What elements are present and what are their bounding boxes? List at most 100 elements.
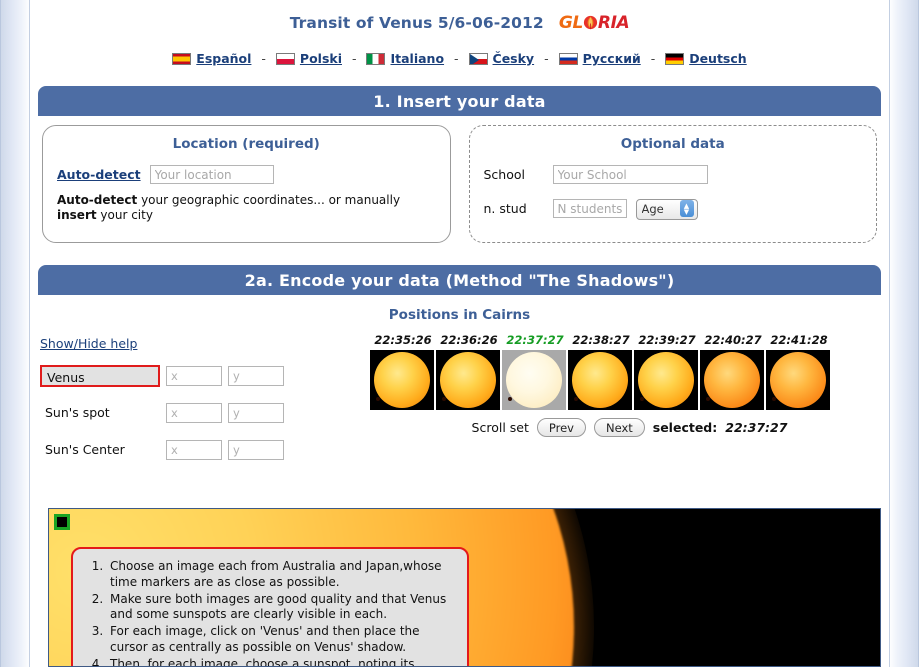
coord-label-suns-center[interactable]: Sun's Center	[40, 439, 160, 461]
prev-button[interactable]: Prev	[536, 418, 586, 437]
gloria-logo: GL RIA	[558, 12, 630, 33]
thumbnail-time-label-selected: 22:37:27	[506, 333, 564, 347]
language-separator: -	[351, 50, 357, 66]
age-select[interactable]: Age	[635, 198, 698, 220]
suns-spot-y-input[interactable]	[228, 403, 284, 423]
suns-spot-x-input[interactable]	[166, 403, 222, 423]
venus-y-input[interactable]	[228, 366, 284, 386]
thumbnail-image[interactable]	[766, 350, 830, 410]
next-button[interactable]: Next	[593, 418, 645, 437]
instructions-list: Choose an image each from Australia and …	[81, 559, 455, 666]
selected-time-value: 22:37:27	[725, 420, 788, 435]
language-link-espanol[interactable]: Español	[196, 51, 251, 66]
instruction-step: Then, for each image, choose a sunspot, …	[107, 657, 455, 666]
location-help-bold-2: insert	[57, 208, 97, 223]
sun-disc-icon	[374, 352, 430, 408]
section-1-wrapper: 1. Insert your data	[30, 86, 889, 116]
language-link-russian[interactable]: Русский	[583, 51, 641, 66]
thumbnail-image[interactable]	[370, 350, 434, 410]
location-help-bold-1: Auto-detect	[57, 193, 138, 207]
venus-x-input[interactable]	[166, 366, 222, 386]
school-input[interactable]	[552, 165, 708, 184]
language-link-italiano[interactable]: Italiano	[390, 51, 444, 66]
location-help-text: Auto-detect your geographic coordinates.…	[57, 193, 436, 224]
thumbnail-image-selected[interactable]	[502, 350, 566, 410]
thumbnail-cell[interactable]: 22:38:27	[568, 333, 634, 410]
students-count-input[interactable]	[552, 199, 627, 219]
section-1-header: 1. Insert your data	[38, 86, 881, 116]
page-gutter-right	[889, 0, 919, 667]
age-select-wrapper[interactable]: Age ▲ ▼	[635, 198, 698, 220]
coordinates-column: Show/Hide help Venus Sun's spot Sun's Ce…	[40, 333, 370, 461]
venus-shadow-dot	[640, 397, 644, 401]
location-help-tail: your city	[96, 208, 153, 223]
sun-disc-icon	[506, 352, 562, 408]
thumbnail-cell[interactable]: 22:39:27	[634, 333, 700, 410]
location-help-mid: your geographic coordinates... or manual…	[137, 193, 401, 207]
language-item-russian[interactable]: Русский	[558, 50, 641, 66]
language-item-italiano[interactable]: Italiano	[366, 50, 444, 66]
thumbnail-time-label: 22:39:27	[638, 333, 696, 347]
suns-center-x-input[interactable]	[166, 440, 222, 460]
thumbnail-cell[interactable]: 22:40:27	[700, 333, 766, 410]
flag-czech-icon	[468, 52, 488, 65]
thumbnail-image[interactable]	[436, 350, 500, 410]
site-header: Transit of Venus 5/6-06-2012 GL RIA	[30, 0, 889, 33]
location-field-row: Auto-detect	[57, 165, 436, 184]
section-2a-header: 2a. Encode your data (Method "The Shadow…	[38, 265, 881, 295]
school-label: School	[483, 167, 526, 182]
coord-row-venus: Venus	[40, 365, 370, 387]
scroll-set-label: Scroll set	[471, 420, 529, 435]
auto-detect-link[interactable]: Auto-detect	[57, 167, 141, 182]
location-input[interactable]	[149, 165, 274, 184]
thumbnail-cell[interactable]: 22:36:26	[436, 333, 502, 410]
show-hide-help-link[interactable]: Show/Hide help	[40, 336, 137, 351]
language-link-deutsch[interactable]: Deutsch	[689, 51, 746, 66]
language-item-polski[interactable]: Polski	[275, 50, 342, 66]
language-bar: Español - Polski - Italiano - Česky - Ру…	[30, 50, 889, 66]
page-gutter-left	[0, 0, 30, 667]
thumbnail-cell-selected[interactable]: 22:37:27	[502, 333, 568, 410]
encode-row: Show/Hide help Venus Sun's spot Sun's Ce…	[30, 333, 889, 461]
language-link-polski[interactable]: Polski	[300, 51, 342, 66]
thumbnail-cell[interactable]: 22:41:28	[766, 333, 832, 410]
language-separator: -	[454, 50, 459, 66]
thumbnail-image[interactable]	[568, 350, 632, 410]
logo-prefix-text: GL	[558, 12, 583, 33]
language-separator: -	[544, 50, 549, 66]
flag-germany-icon	[665, 52, 685, 65]
venus-shadow-dot	[442, 397, 446, 401]
instruction-step: Choose an image each from Australia and …	[107, 559, 455, 591]
venus-shadow-dot	[706, 397, 710, 401]
instruction-step: Make sure both images are good quality a…	[107, 592, 455, 624]
thumbnail-time-label: 22:40:27	[704, 333, 762, 347]
thumbnail-cell[interactable]: 22:35:26	[370, 333, 436, 410]
instruction-step: For each image, click on 'Venus' and the…	[107, 624, 455, 656]
scroll-controls: Scroll set Prev Next selected: 22:37:27	[370, 418, 889, 437]
language-link-cesky[interactable]: Česky	[493, 51, 535, 66]
instructions-tooltip: Choose an image each from Australia and …	[71, 547, 469, 666]
location-panel: Location (required) Auto-detect Auto-det…	[42, 125, 451, 243]
logo-suffix-text: RIA	[597, 12, 630, 33]
thumbnail-strip: 22:35:26 22:36:26 22:37:27 22:38:27 22:3…	[370, 333, 889, 410]
positions-title: Positions in Cairns	[388, 307, 531, 323]
language-item-espanol[interactable]: Español	[172, 50, 251, 66]
thumbnail-time-label: 22:35:26	[374, 333, 432, 347]
thumbnail-image[interactable]	[634, 350, 698, 410]
coord-label-suns-spot[interactable]: Sun's spot	[40, 402, 160, 424]
section-1-panels: Location (required) Auto-detect Auto-det…	[30, 116, 889, 243]
thumbnail-time-label: 22:36:26	[440, 333, 498, 347]
suns-center-y-input[interactable]	[228, 440, 284, 460]
language-separator: -	[650, 50, 656, 66]
language-item-deutsch[interactable]: Deutsch	[665, 50, 747, 66]
green-square-marker-icon[interactable]	[54, 514, 70, 530]
sun-image-viewer[interactable]: Choose an image each from Australia and …	[48, 508, 881, 667]
page-title: Transit of Venus 5/6-06-2012	[289, 13, 544, 32]
thumbnail-time-label: 22:41:28	[770, 333, 828, 347]
coord-label-venus[interactable]: Venus	[40, 365, 160, 387]
language-item-cesky[interactable]: Česky	[468, 50, 535, 66]
section-2a-wrapper: 2a. Encode your data (Method "The Shadow…	[30, 265, 889, 295]
students-field-row: n. stud Age ▲▼	[484, 198, 863, 220]
thumbnail-image[interactable]	[700, 350, 764, 410]
gloria-sun-icon	[583, 15, 598, 30]
